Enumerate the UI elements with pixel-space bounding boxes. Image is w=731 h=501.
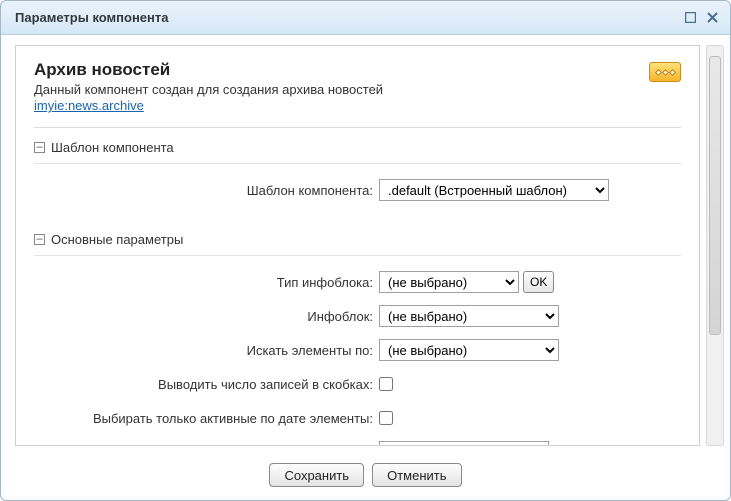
close-icon[interactable] — [704, 10, 720, 26]
row-active-by-date: Выбирать только активные по дате элемент… — [34, 406, 681, 430]
row-template: Шаблон компонента: .default (Встроенный … — [34, 178, 681, 202]
select-iblock-type[interactable]: (не выбрано) — [379, 271, 519, 293]
maximize-icon[interactable] — [682, 10, 698, 26]
checkbox-active-by-date[interactable] — [379, 411, 393, 425]
component-title: Архив новостей — [34, 60, 649, 80]
section-template-title: Шаблон компонента — [51, 140, 174, 155]
component-header: Архив новостей Данный компонент создан д… — [34, 60, 681, 113]
row-iblock: Инфоблок: (не выбрано) — [34, 304, 681, 328]
label-count-brackets: Выводить число записей в скобках: — [34, 377, 379, 392]
scrollbar-thumb[interactable] — [709, 56, 721, 335]
save-button[interactable]: Сохранить — [269, 463, 364, 487]
section-main-header[interactable]: – Основные параметры — [34, 228, 681, 256]
component-description: Данный компонент создан для создания арх… — [34, 82, 649, 97]
select-search-by[interactable]: (не выбрано) — [379, 339, 559, 361]
input-last-n-months[interactable] — [379, 441, 549, 446]
label-last-n-months: Просматривать последние N месяцев: — [34, 445, 379, 447]
label-search-by: Искать элементы по: — [34, 343, 379, 358]
label-iblock: Инфоблок: — [34, 309, 379, 324]
content-panel: Архив новостей Данный компонент создан д… — [15, 45, 700, 446]
label-template: Шаблон компонента: — [34, 183, 379, 198]
dialog-title: Параметры компонента — [15, 10, 676, 25]
divider — [34, 127, 681, 128]
label-iblock-type: Тип инфоблока: — [34, 275, 379, 290]
titlebar: Параметры компонента — [1, 1, 730, 35]
dialog-window: Параметры компонента Архив новостей Данн… — [0, 0, 731, 501]
ok-button[interactable]: OK — [523, 271, 554, 293]
dialog-footer: Сохранить Отменить — [1, 456, 730, 500]
cancel-button[interactable]: Отменить — [372, 463, 461, 487]
collapse-icon: – — [34, 234, 45, 245]
select-template[interactable]: .default (Встроенный шаблон) — [379, 179, 609, 201]
checkbox-count-brackets[interactable] — [379, 377, 393, 391]
content-wrap: Архив новостей Данный компонент создан д… — [1, 35, 730, 456]
row-search-by: Искать элементы по: (не выбрано) — [34, 338, 681, 362]
section-main-title: Основные параметры — [51, 232, 183, 247]
row-last-n-months: Просматривать последние N месяцев: — [34, 440, 681, 446]
collapse-icon: – — [34, 142, 45, 153]
row-count-brackets: Выводить число записей в скобках: — [34, 372, 681, 396]
select-iblock[interactable]: (не выбрано) — [379, 305, 559, 327]
component-badge-icon — [649, 62, 681, 82]
label-active-by-date: Выбирать только активные по дате элемент… — [34, 411, 379, 426]
component-link[interactable]: imyie:news.archive — [34, 98, 144, 113]
scrollbar[interactable] — [706, 45, 724, 446]
section-template-header[interactable]: – Шаблон компонента — [34, 136, 681, 164]
row-iblock-type: Тип инфоблока: (не выбрано) OK — [34, 270, 681, 294]
